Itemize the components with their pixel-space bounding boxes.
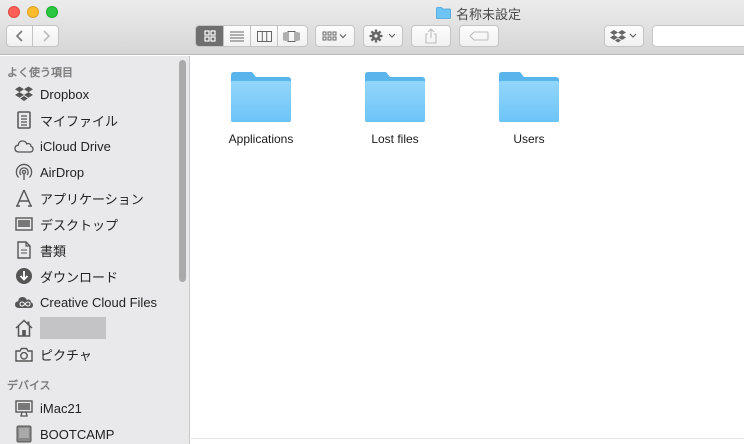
- sidebar-scrollbar-thumb[interactable]: [179, 60, 186, 282]
- sidebar-item-creative-cloud-files[interactable]: Creative Cloud Files: [14, 291, 179, 313]
- sidebar-item-label: アプリケーション: [40, 191, 144, 207]
- camera-icon: [14, 344, 34, 364]
- home-icon: [14, 318, 34, 338]
- sidebar: よく使う項目 Dropbox マイファイル iCloud Drive AirDr…: [0, 56, 190, 444]
- zoom-window-button[interactable]: [46, 6, 58, 18]
- coverflow-view-button[interactable]: [277, 26, 304, 46]
- window-title: 名称未設定: [436, 5, 522, 22]
- folder-icon: [499, 72, 559, 122]
- dropbox-icon: [14, 84, 34, 104]
- cloud-icon: [14, 136, 34, 156]
- tag-icon: [469, 31, 489, 41]
- share-icon: [425, 28, 437, 44]
- file-name: Applications: [228, 132, 294, 146]
- arrange-button[interactable]: [315, 25, 355, 47]
- sidebar-item-label: デスクトップ: [40, 217, 119, 233]
- icon-view-button[interactable]: [196, 26, 223, 46]
- file-name: Users: [513, 132, 545, 146]
- sidebar-item-label: iCloud Drive: [40, 138, 111, 154]
- folder-icon: [231, 72, 291, 122]
- sidebar-item-dropbox[interactable]: Dropbox: [14, 83, 179, 105]
- sidebar-item-imac21[interactable]: iMac21: [14, 397, 179, 419]
- close-window-button[interactable]: [8, 6, 20, 18]
- downloads-icon: [14, 266, 34, 286]
- column-view-button[interactable]: [250, 26, 277, 46]
- sidebar-item-label: ダウンロード: [40, 269, 119, 285]
- icon-grid-icon: [203, 30, 216, 42]
- share-button[interactable]: [411, 25, 451, 47]
- sidebar-item-home[interactable]: [14, 317, 179, 339]
- file-item-users[interactable]: Users: [479, 71, 579, 146]
- sidebar-item-applications[interactable]: アプリケーション: [14, 187, 179, 209]
- coverflow-icon: [283, 30, 299, 42]
- search-field[interactable]: [652, 25, 744, 47]
- creative-cloud-icon: [14, 292, 34, 312]
- applications-icon: [14, 188, 34, 208]
- tags-button[interactable]: [459, 25, 499, 47]
- chevron-right-icon: [43, 30, 50, 42]
- minimize-window-button[interactable]: [27, 6, 39, 18]
- navigation-buttons: [6, 25, 59, 47]
- arrange-grid-icon: [322, 31, 347, 41]
- sidebar-item-downloads[interactable]: ダウンロード: [14, 265, 179, 287]
- sidebar-item-documents[interactable]: 書類: [14, 239, 179, 261]
- list-icon: [230, 30, 244, 42]
- sidebar-item-label: AirDrop: [40, 164, 85, 180]
- sidebar-item-bootcamp[interactable]: BOOTCAMP: [14, 423, 179, 444]
- sidebar-item-label: Dropbox: [40, 86, 90, 102]
- sidebar-item-all-my-files[interactable]: マイファイル: [14, 109, 179, 131]
- back-button[interactable]: [7, 26, 32, 46]
- folder-icon: [365, 72, 425, 122]
- window-toolbar: 名称未設定: [0, 0, 744, 55]
- chevron-left-icon: [15, 30, 23, 42]
- folder-icon: [436, 7, 451, 19]
- imac-icon: [14, 398, 34, 418]
- list-view-button[interactable]: [223, 26, 250, 46]
- dropbox-icon: [610, 30, 637, 43]
- favorites-header: よく使う項目: [7, 67, 73, 79]
- status-divider: [191, 438, 744, 439]
- devices-header: デバイス: [7, 380, 51, 392]
- sidebar-item-icloud-drive[interactable]: iCloud Drive: [14, 135, 179, 157]
- disk-icon: [14, 424, 34, 444]
- sidebar-item-label: BOOTCAMP: [40, 426, 115, 442]
- sidebar-scrollbar[interactable]: [176, 56, 189, 444]
- columns-icon: [256, 30, 272, 42]
- window-title-text: 名称未設定: [456, 6, 522, 22]
- sidebar-item-label: マイファイル: [40, 113, 119, 129]
- dropbox-menu-button[interactable]: [604, 25, 644, 47]
- file-item-applications[interactable]: Applications: [211, 71, 311, 146]
- file-item-lost-files[interactable]: Lost files: [345, 71, 445, 146]
- all-files-icon: [14, 110, 34, 130]
- sidebar-item-label: 書類: [40, 243, 67, 259]
- file-name: Lost files: [371, 132, 419, 146]
- forward-button[interactable]: [32, 26, 58, 46]
- gear-icon: [369, 29, 396, 43]
- sidebar-item-desktop[interactable]: デスクトップ: [14, 213, 179, 235]
- action-menu-button[interactable]: [363, 25, 403, 47]
- view-mode-selector: [195, 25, 308, 47]
- desktop-icon: [14, 214, 34, 234]
- documents-icon: [14, 240, 34, 260]
- file-browser-content[interactable]: Applications Lost files Users: [191, 56, 744, 444]
- sidebar-item-label: Creative Cloud Files: [40, 294, 158, 310]
- sidebar-item-airdrop[interactable]: AirDrop: [14, 161, 179, 183]
- redacted-username: [40, 317, 106, 339]
- sidebar-item-label: iMac21: [40, 400, 82, 416]
- sidebar-item-pictures[interactable]: ピクチャ: [14, 343, 179, 365]
- airdrop-icon: [14, 162, 34, 182]
- sidebar-item-label: ピクチャ: [40, 347, 92, 363]
